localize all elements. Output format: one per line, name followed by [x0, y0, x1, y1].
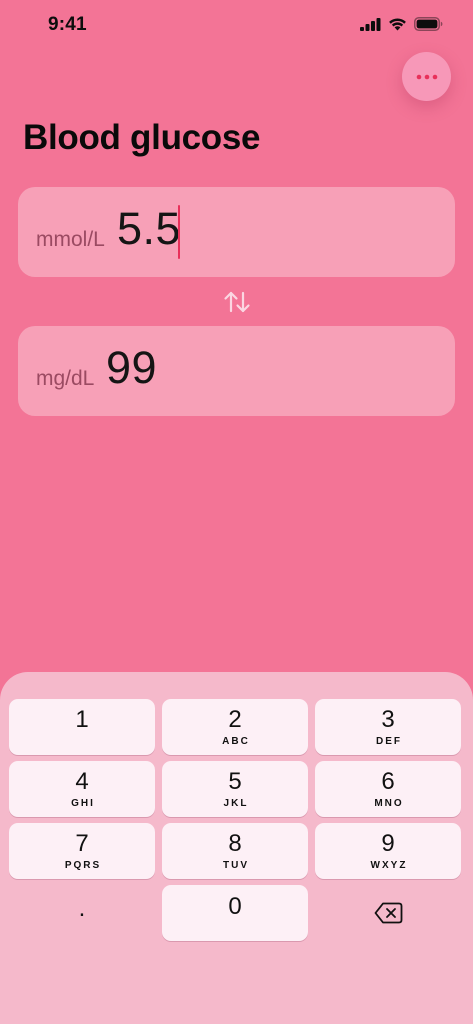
key-decimal[interactable]: . — [9, 885, 155, 941]
page-title: Blood glucose — [23, 118, 261, 157]
swap-units-button[interactable] — [220, 287, 254, 317]
ellipsis-icon — [416, 74, 437, 79]
battery-icon — [414, 17, 443, 31]
status-icons — [360, 17, 443, 31]
key-6[interactable]: 6 MNO — [315, 761, 461, 817]
decimal-label: . — [78, 895, 86, 922]
status-time: 9:41 — [48, 14, 87, 35]
mgdl-unit-label: mg/dL — [36, 367, 95, 390]
text-caret — [178, 205, 180, 259]
wifi-icon — [389, 18, 406, 31]
key-4[interactable]: 4 GHI — [9, 761, 155, 817]
key-1[interactable]: 1 — [9, 699, 155, 755]
key-5[interactable]: 5 JKL — [162, 761, 308, 817]
mgdl-value: 99 — [106, 342, 158, 393]
backspace-icon — [374, 902, 402, 924]
swap-arrows-icon — [224, 291, 250, 313]
cellular-signal-icon — [360, 17, 381, 31]
numeric-keypad: 1 2 ABC 3 DEF 4 GHI 5 JKL 6 MNO 7 PQRS 8… — [0, 672, 473, 1024]
status-bar: 9:41 — [0, 0, 473, 54]
mgdl-output-field[interactable]: mg/dL 99 — [18, 326, 455, 416]
key-0[interactable]: 0 — [162, 885, 308, 941]
mmol-unit-label: mmol/L — [36, 228, 105, 251]
delete-button[interactable] — [315, 885, 461, 941]
key-2[interactable]: 2 ABC — [162, 699, 308, 755]
key-9[interactable]: 9 WXYZ — [315, 823, 461, 879]
key-8[interactable]: 8 TUV — [162, 823, 308, 879]
key-3[interactable]: 3 DEF — [315, 699, 461, 755]
mmol-value: 5.5 — [117, 203, 182, 254]
mmol-input-field[interactable]: mmol/L 5.5 — [18, 187, 455, 277]
key-7[interactable]: 7 PQRS — [9, 823, 155, 879]
more-options-button[interactable] — [402, 52, 451, 101]
